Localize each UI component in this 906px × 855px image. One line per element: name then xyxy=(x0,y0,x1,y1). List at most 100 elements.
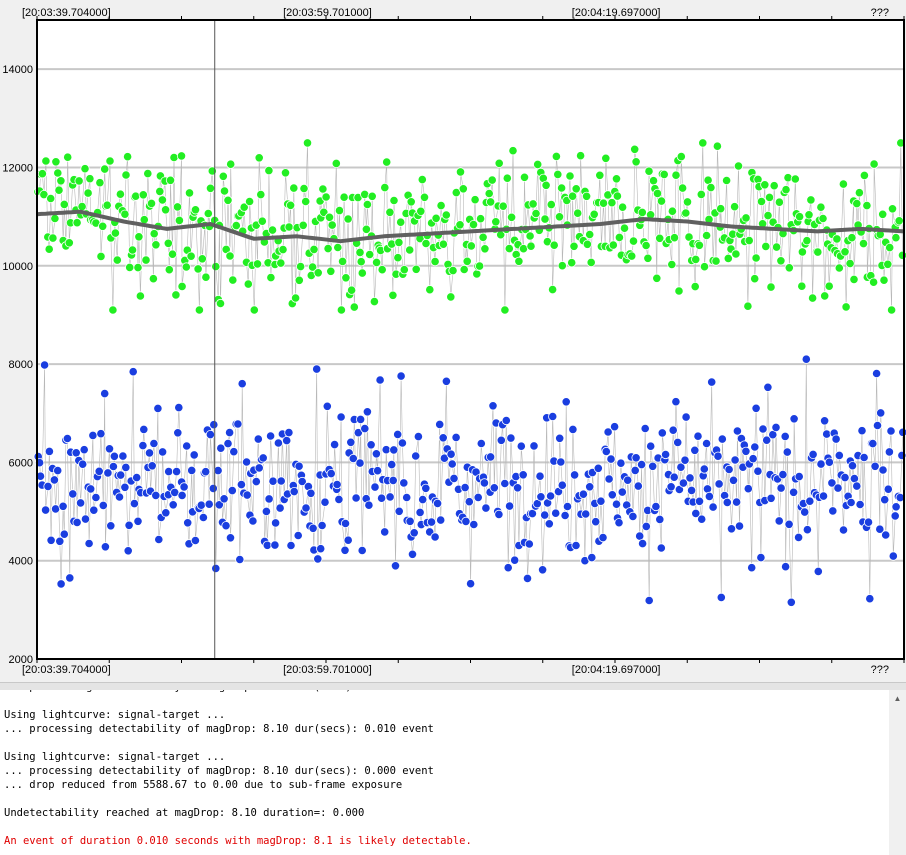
data-point xyxy=(614,518,624,528)
data-point xyxy=(64,238,74,248)
data-point xyxy=(289,183,299,193)
data-point xyxy=(484,188,494,199)
data-point xyxy=(123,152,133,162)
data-point xyxy=(623,475,633,485)
x-label-bottom: [20:03:59.701000] xyxy=(283,664,372,676)
data-point xyxy=(53,465,63,476)
data-point xyxy=(870,461,880,471)
data-point xyxy=(340,545,350,555)
log-output-panel[interactable]: ... processing detectability of magDrop:… xyxy=(0,690,906,855)
data-point xyxy=(448,265,458,276)
data-point xyxy=(278,245,288,255)
data-point xyxy=(526,241,536,251)
data-point xyxy=(301,503,311,513)
data-point xyxy=(262,540,272,550)
data-point xyxy=(438,239,448,249)
data-point xyxy=(802,525,813,535)
data-point xyxy=(172,466,182,477)
data-point xyxy=(824,457,835,467)
data-point xyxy=(102,200,112,210)
data-point xyxy=(847,233,857,243)
data-point xyxy=(205,183,216,193)
data-point xyxy=(355,458,365,468)
data-point xyxy=(601,153,611,163)
data-point xyxy=(96,429,106,439)
data-point xyxy=(432,498,443,508)
data-point xyxy=(276,476,286,486)
data-point xyxy=(862,201,872,211)
data-point xyxy=(744,236,754,246)
data-point xyxy=(721,175,732,186)
data-point xyxy=(78,459,88,469)
log-scrollbar[interactable]: ▲ xyxy=(889,690,906,855)
data-point xyxy=(86,484,96,494)
data-point xyxy=(147,461,157,471)
data-point xyxy=(339,192,349,202)
data-point xyxy=(302,138,313,148)
data-point xyxy=(894,216,904,226)
data-point xyxy=(295,261,306,272)
x-label-top: ??? xyxy=(871,7,889,19)
data-point xyxy=(41,156,51,166)
data-point xyxy=(631,157,641,167)
data-point xyxy=(816,202,826,212)
data-point xyxy=(356,257,366,267)
data-point xyxy=(793,532,804,543)
data-point xyxy=(569,241,579,251)
data-point xyxy=(449,473,459,483)
data-point xyxy=(716,204,726,214)
data-point xyxy=(741,446,751,456)
data-point xyxy=(357,268,367,278)
data-point xyxy=(462,256,472,266)
data-point xyxy=(857,426,867,436)
data-point xyxy=(149,438,159,449)
data-point xyxy=(203,208,213,219)
scroll-up-button[interactable]: ▲ xyxy=(889,690,906,707)
data-point xyxy=(139,424,149,434)
lightcurve-plot-panel[interactable]: 14000 12000 10000 8000 6000 4000 2000 [20:03:39… xyxy=(0,0,906,682)
data-point xyxy=(818,491,829,501)
data-point xyxy=(83,188,93,198)
data-point xyxy=(413,431,423,442)
data-point xyxy=(313,268,323,278)
data-point xyxy=(656,543,666,553)
data-point xyxy=(148,274,158,284)
data-point xyxy=(681,208,691,218)
data-point xyxy=(157,195,167,205)
y-tick-label: 10000 xyxy=(2,261,33,273)
data-point xyxy=(682,197,693,207)
data-point xyxy=(473,492,483,502)
data-point xyxy=(573,208,583,218)
data-point xyxy=(859,452,869,463)
data-point xyxy=(129,498,139,509)
data-point xyxy=(223,438,233,449)
data-point xyxy=(402,492,412,503)
data-point xyxy=(780,431,790,441)
data-point xyxy=(365,249,375,260)
data-point xyxy=(516,441,526,451)
data-point xyxy=(316,544,326,554)
data-point xyxy=(840,247,850,257)
data-point xyxy=(743,301,753,311)
data-point xyxy=(63,152,73,162)
data-point xyxy=(227,485,237,496)
data-point xyxy=(778,469,788,480)
data-point xyxy=(845,258,855,269)
data-point xyxy=(100,164,110,174)
data-point xyxy=(470,195,480,205)
data-point xyxy=(76,498,86,508)
data-point xyxy=(561,397,571,407)
data-point xyxy=(179,482,189,492)
data-point xyxy=(644,166,654,176)
lightcurve-plot[interactable]: 1400012000100008000600040002000[20:03:39… xyxy=(0,0,906,682)
data-point xyxy=(89,505,99,515)
data-point xyxy=(774,516,784,526)
data-point xyxy=(633,481,643,491)
data-point xyxy=(84,538,94,549)
data-point xyxy=(131,191,141,201)
data-point xyxy=(806,195,816,205)
x-label-bottom: [20:04:19.697000] xyxy=(572,664,661,676)
data-point xyxy=(891,233,901,243)
log-line: Using lightcurve: signal-target ... xyxy=(4,709,226,721)
data-point xyxy=(376,493,387,503)
